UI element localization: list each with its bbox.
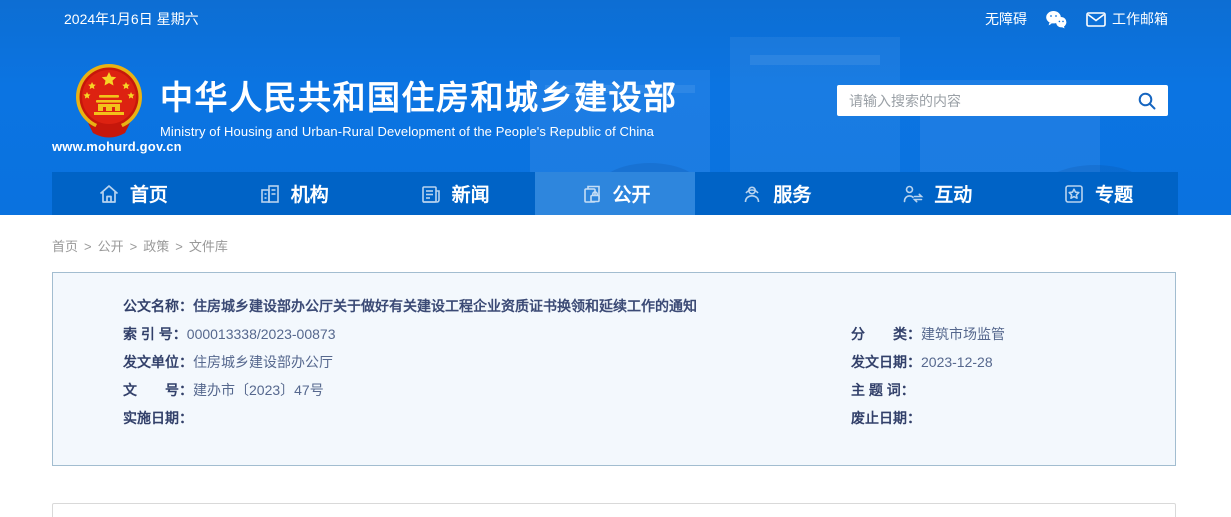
breadcrumb-policy[interactable]: 政策	[143, 239, 169, 254]
mail-icon	[1086, 11, 1106, 27]
nav-tab-organization[interactable]: 机构	[213, 172, 374, 215]
nav-tab-label: 互动	[934, 185, 973, 206]
document-metadata-box: 公文名称：住房城乡建设部办公厅关于做好有关建设工程企业资质证书换领和延续工作的通…	[52, 272, 1176, 466]
accessibility-link[interactable]: 无障碍	[985, 9, 1027, 29]
breadcrumb-document-library[interactable]: 文件库	[189, 239, 228, 254]
doc-title-row: 公文名称：住房城乡建设部办公厅关于做好有关建设工程企业资质证书换领和延续工作的通…	[123, 292, 1175, 320]
breadcrumb-separator: >	[129, 239, 138, 254]
nav-tab-services[interactable]: 服务	[695, 172, 856, 215]
doc-field-index-number: 索 引 号：000013338/2023-00873	[123, 326, 336, 342]
site-header: 2024年1月6日 星期六 无障碍 工作邮箱 www.mohurd.gov.cn…	[0, 0, 1231, 215]
organization-icon	[260, 184, 279, 203]
search-button[interactable]	[1126, 85, 1168, 116]
home-icon	[99, 184, 118, 203]
nav-tab-label: 公开	[612, 185, 651, 206]
news-icon	[421, 185, 440, 203]
service-person-icon	[745, 186, 760, 202]
nav-tab-label: 首页	[129, 185, 168, 206]
nav-tab-label: 新闻	[451, 185, 490, 206]
doc-title-label: 公文名称：	[123, 298, 193, 314]
site-title-english: Ministry of Housing and Urban-Rural Deve…	[160, 124, 654, 139]
wechat-icon[interactable]	[1045, 10, 1068, 29]
current-date: 2024年1月6日 星期六	[64, 11, 199, 27]
header-branding: www.mohurd.gov.cn 中华人民共和国住房和城乡建设部 Minist…	[52, 38, 1178, 172]
nav-tab-disclosure[interactable]: 公开	[534, 172, 696, 215]
nav-tab-topics[interactable]: 专题	[1017, 172, 1178, 215]
nav-tab-interaction[interactable]: 互动	[856, 172, 1017, 215]
national-emblem-logo	[76, 64, 142, 138]
nav-tab-news[interactable]: 新闻	[374, 172, 535, 215]
top-utility-bar: 2024年1月6日 星期六 无障碍 工作邮箱	[0, 0, 1231, 38]
doc-field-document-number: 文 号：建办市〔2023〕47号	[123, 382, 324, 398]
document-content-box	[52, 503, 1176, 517]
doc-field-abolition-date: 废止日期：	[851, 410, 921, 426]
breadcrumb: 首页 > 公开 > 政策 > 文件库	[52, 236, 1231, 254]
nav-tab-label: 专题	[1095, 185, 1134, 206]
search-icon	[1138, 92, 1156, 109]
breadcrumb-separator: >	[84, 239, 92, 254]
breadcrumb-separator: >	[175, 239, 183, 254]
topic-star-icon	[1065, 184, 1083, 203]
work-mailbox-link[interactable]: 工作邮箱	[1112, 9, 1168, 29]
doc-field-issue-date: 发文日期：2023-12-28	[851, 354, 993, 370]
doc-title-value: 住房城乡建设部办公厅关于做好有关建设工程企业资质证书换领和延续工作的通知	[193, 298, 697, 314]
doc-field-issuing-unit: 发文单位：住房城乡建设部办公厅	[123, 354, 333, 370]
search-box	[837, 85, 1168, 116]
site-url: www.mohurd.gov.cn	[52, 139, 182, 154]
breadcrumb-disclosure[interactable]: 公开	[98, 239, 124, 254]
doc-field-category: 分 类：建筑市场监管	[851, 326, 1005, 342]
disclosure-lock-icon	[583, 185, 600, 203]
nav-tab-home[interactable]: 首页	[52, 172, 213, 215]
doc-field-subject-words: 主 题 词：	[851, 382, 915, 398]
doc-field-implementation-date: 实施日期：	[123, 410, 193, 426]
search-input[interactable]	[837, 85, 1126, 116]
nav-tab-label: 机构	[290, 185, 329, 206]
breadcrumb-home[interactable]: 首页	[52, 239, 78, 254]
site-title: 中华人民共和国住房和城乡建设部	[160, 79, 678, 116]
nav-tab-label: 服务	[773, 185, 812, 206]
interaction-person-arrows-icon	[903, 185, 924, 202]
main-navigation: 首页 机构 新闻 公开 服务 互动 专题	[52, 172, 1178, 215]
